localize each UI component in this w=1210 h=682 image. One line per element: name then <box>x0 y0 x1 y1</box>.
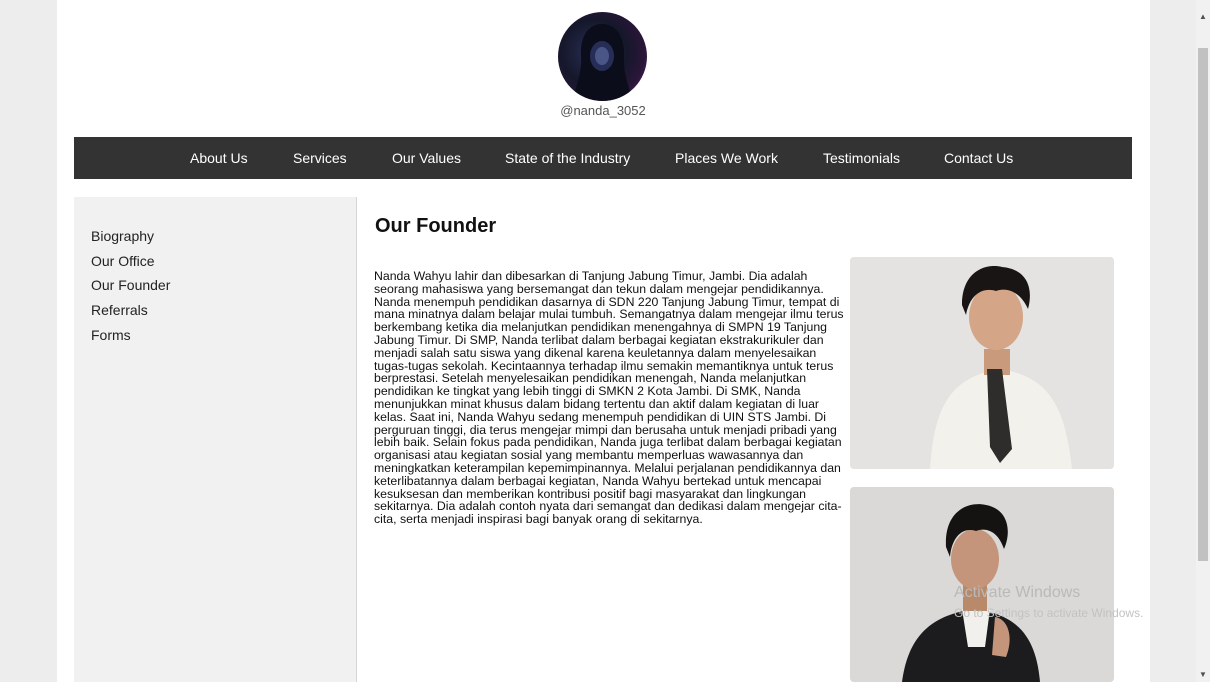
sidebar-item-biography[interactable]: Biography <box>91 228 154 244</box>
username: @nanda_3052 <box>560 103 646 118</box>
nav-item-about-us[interactable]: About Us <box>190 137 248 179</box>
sidebar-item-forms[interactable]: Forms <box>91 327 131 343</box>
activate-windows-watermark-subtitle: Go to Settings to activate Windows. <box>954 606 1144 620</box>
scrollbar-thumb[interactable] <box>1198 48 1208 561</box>
vertical-scrollbar[interactable]: ▲ ▼ <box>1196 0 1210 682</box>
nav-item-our-values[interactable]: Our Values <box>392 137 461 179</box>
nav-item-testimonials[interactable]: Testimonials <box>823 137 900 179</box>
avatar <box>558 12 647 101</box>
sidebar-item-referrals[interactable]: Referrals <box>91 302 148 318</box>
nav-item-state-of-the-industry[interactable]: State of the Industry <box>505 137 630 179</box>
nav-bar: About Us Services Our Values State of th… <box>74 137 1132 179</box>
sidebar: Biography Our Office Our Founder Referra… <box>74 197 357 682</box>
page-title: Our Founder <box>375 215 497 237</box>
founder-biography-text: Nanda Wahyu lahir dan dibesarkan di Tanj… <box>374 269 844 527</box>
scroll-down-arrow-icon[interactable]: ▼ <box>1196 668 1210 682</box>
nav-item-services[interactable]: Services <box>293 137 347 179</box>
page-container: @nanda_3052 About Us Services Our Values… <box>57 0 1150 682</box>
nav-item-contact-us[interactable]: Contact Us <box>944 137 1013 179</box>
nav-item-places-we-work[interactable]: Places We Work <box>675 137 778 179</box>
sidebar-item-our-founder[interactable]: Our Founder <box>91 277 170 293</box>
scroll-up-arrow-icon[interactable]: ▲ <box>1196 10 1210 24</box>
founder-photo-white-shirt <box>850 257 1114 469</box>
activate-windows-watermark-title: Activate Windows <box>954 584 1081 601</box>
sidebar-item-our-office[interactable]: Our Office <box>91 253 155 269</box>
